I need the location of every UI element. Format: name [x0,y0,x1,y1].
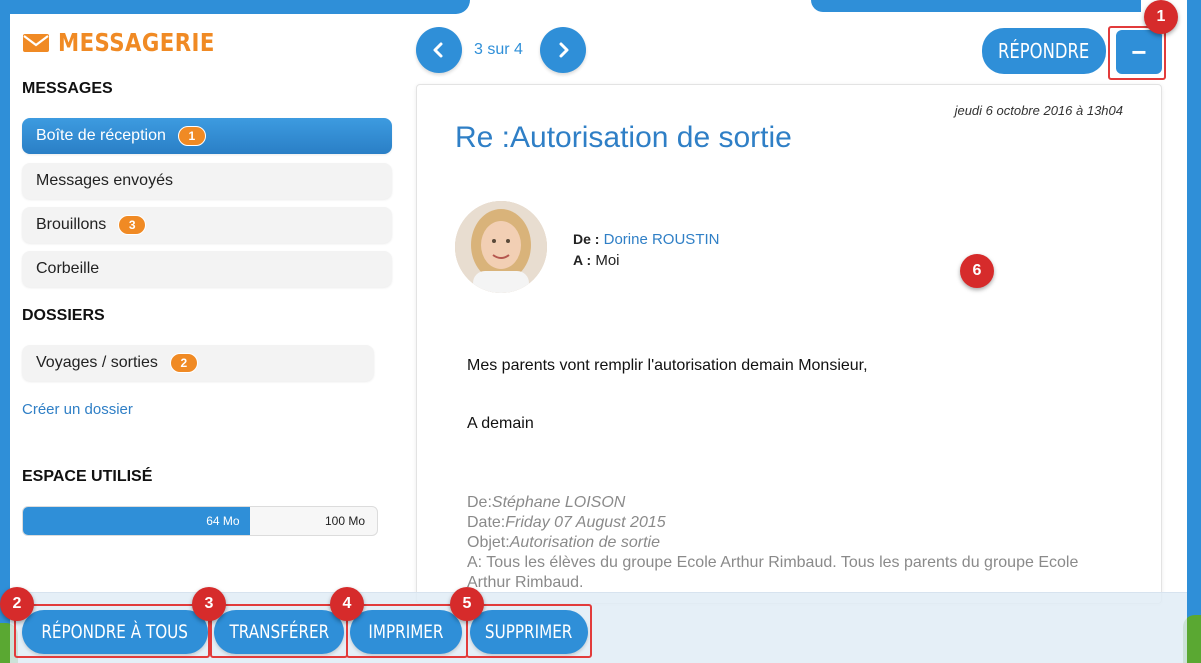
annotation-marker-1: 1 [1144,0,1178,34]
quoted-subject-label: Objet: [467,534,510,551]
reply-button[interactable]: RÉPONDRE [982,28,1106,74]
pager-position: 3 sur 4 [474,41,523,58]
from-label: De : [573,231,600,247]
quoted-to-line: A: Tous les élèves du groupe Ecole Arthu… [467,554,1079,591]
previous-message-button[interactable] [416,27,462,73]
annotation-marker-6: 6 [960,254,994,288]
next-message-button[interactable] [540,27,586,73]
sidebar-item-drafts[interactable]: Brouillons 3 [22,207,392,243]
messages-heading: MESSAGES [22,80,113,97]
highlight-box-4 [346,604,468,658]
to-label: A : [573,252,592,268]
annotation-marker-4: 4 [330,587,364,621]
quoted-from-label: De: [467,494,492,511]
sender-name[interactable]: Dorine ROUSTIN [604,231,720,248]
reply-button-label: RÉPONDRE [998,39,1090,63]
folder-item-label: Voyages / sorties [36,354,158,371]
sidebar-item-label: Brouillons [36,216,107,233]
decorative-right-edge [1187,0,1201,663]
decorative-left-edge [0,0,10,663]
sidebar-item-trash[interactable]: Corbeille [22,251,392,287]
sidebar-item-sent[interactable]: Messages envoyés [22,163,392,199]
chevron-right-icon [559,42,569,58]
decorative-top-right-band [811,0,1141,12]
quoted-from-value: Stéphane LOISON [491,494,626,511]
quoted-date-value: Friday 07 August 2015 [505,514,666,531]
folder-item-voyages[interactable]: Voyages / sorties 2 [22,345,374,381]
message-body-line: Mes parents vont remplir l'autorisation … [467,357,868,374]
highlight-box-5 [466,604,592,658]
annotation-marker-2: 2 [0,587,34,621]
sender-avatar [455,201,547,293]
recipient-name: Moi [595,252,620,269]
sidebar-item-inbox[interactable]: Boîte de réception 1 [22,118,392,154]
sidebar-item-label: Messages envoyés [36,172,173,189]
quoted-subject-value: Autorisation de sortie [509,534,660,551]
storage-usage-bar: 64 Mo 100 Mo [22,506,378,536]
message-subject: Re :Autorisation de sortie [455,121,792,154]
storage-used-fill: 64 Mo [23,507,250,535]
folders-heading: DOSSIERS [22,307,105,324]
message-body-line: A demain [467,415,534,432]
app-title: MESSAGERIE [58,28,215,57]
message-panel: jeudi 6 octobre 2016 à 13h04 Re :Autoris… [416,84,1162,604]
storage-total-label: 100 Mo [324,514,365,528]
folder-count-badge: 2 [169,353,198,373]
quoted-original-message: De:Stéphane LOISON Date:Friday 07 August… [467,493,1107,593]
unread-count-badge: 1 [177,126,206,146]
message-meta: De : Dorine ROUSTIN A : Moi [573,229,719,271]
highlight-box-3 [210,604,348,658]
sidebar-item-label: Corbeille [36,260,100,277]
create-folder-link[interactable]: Créer un dossier [22,401,133,418]
annotation-marker-5: 5 [450,587,484,621]
message-date: jeudi 6 octobre 2016 à 13h04 [954,103,1123,118]
chevron-left-icon [433,42,443,58]
storage-heading: ESPACE UTILISÉ [22,468,153,485]
drafts-count-badge: 3 [118,215,147,235]
highlight-box-2 [14,604,210,658]
highlight-box-1 [1108,26,1166,80]
sidebar-item-label: Boîte de réception [36,127,166,144]
quoted-date-label: Date: [467,514,506,531]
decorative-top-left-band [0,0,470,14]
annotation-marker-3: 3 [192,587,226,621]
app-brand: MESSAGERIE [22,28,242,57]
envelope-icon [22,33,50,53]
